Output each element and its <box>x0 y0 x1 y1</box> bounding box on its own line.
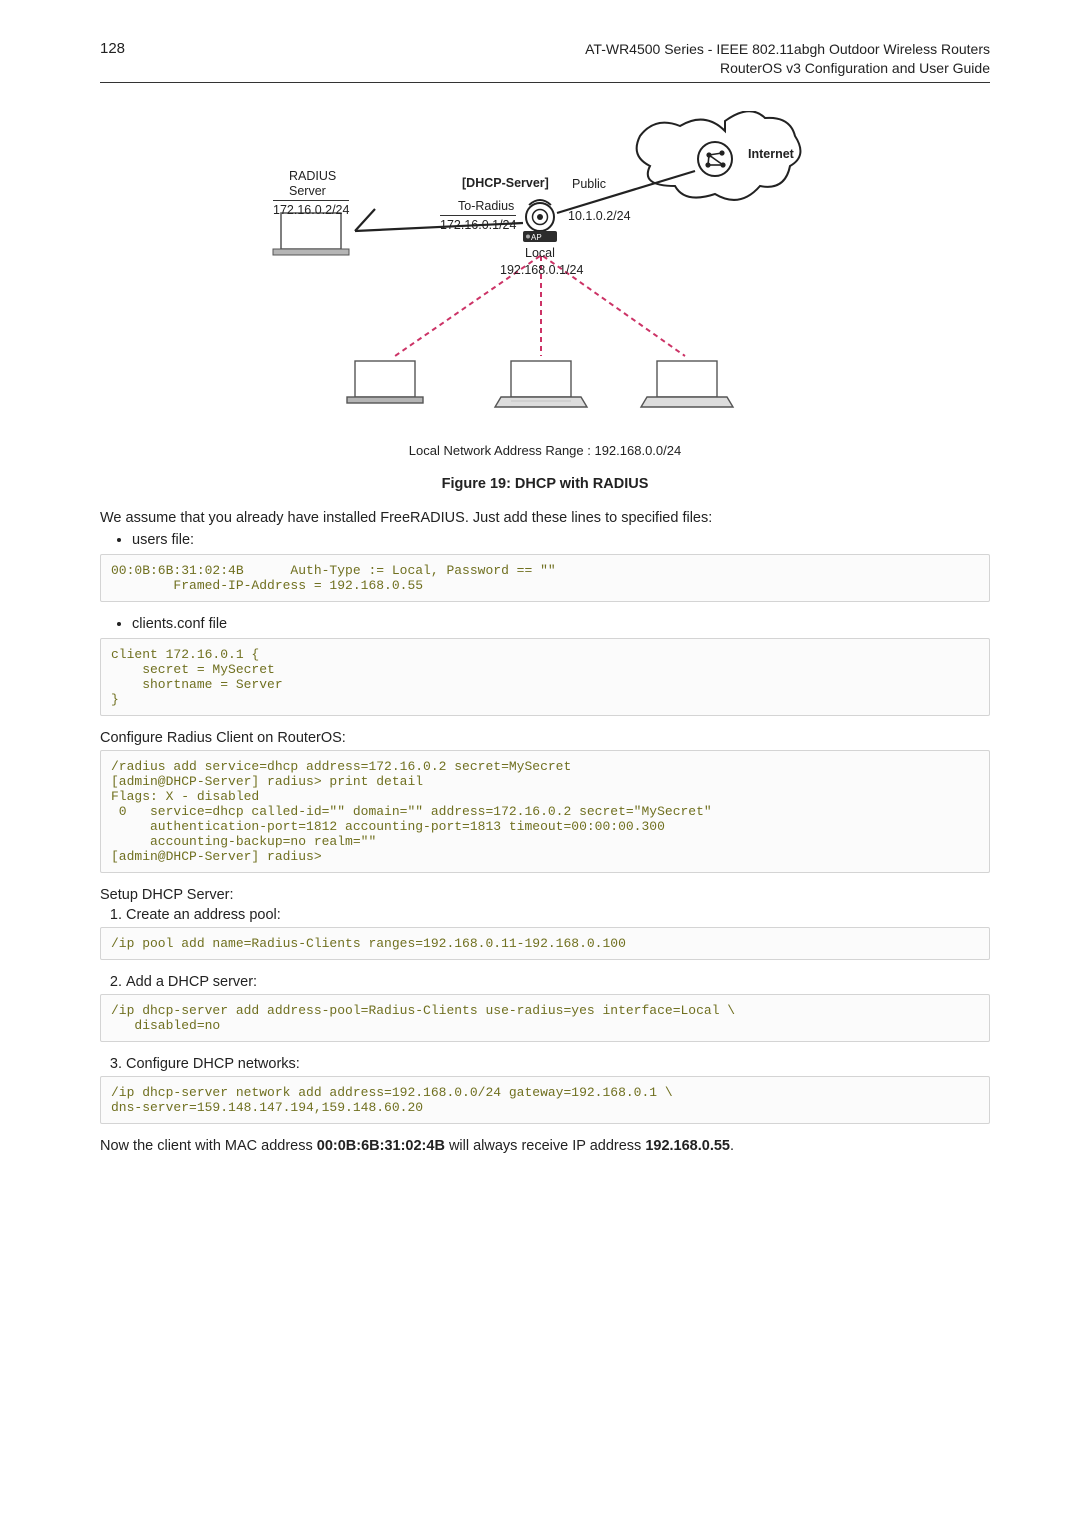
dhcp-server-label: [DHCP-Server] <box>462 176 549 192</box>
final-pre: Now the client with MAC address <box>100 1138 317 1154</box>
wan-ip: 10.1.0.2/24 <box>568 209 631 225</box>
doc-title: AT-WR4500 Series - IEEE 802.11abgh Outdo… <box>585 40 990 78</box>
step-1: Create an address pool: <box>126 907 990 923</box>
code-users: 00:0B:6B:31:02:4B Auth-Type := Local, Pa… <box>100 554 990 602</box>
final-ip: 192.168.0.55 <box>645 1138 730 1154</box>
figure-title: Figure 19: DHCP with RADIUS <box>100 476 990 492</box>
radius-title: RADIUS <box>289 169 336 185</box>
to-radius-ip: 172.16.0.1/24 <box>440 215 516 234</box>
local-label: Local <box>525 246 555 262</box>
code-dhcp-net: /ip dhcp-server network add address=192.… <box>100 1076 990 1124</box>
doc-title-line2: RouterOS v3 Configuration and User Guide <box>585 59 990 78</box>
lan-gw: 192.168.0.1/24 <box>500 263 583 279</box>
network-diagram: AP Internet RADIUS Server 172.16 <box>225 111 865 441</box>
internet-label: Internet <box>748 147 794 163</box>
radius-ip: 172.16.0.2/24 <box>273 200 349 219</box>
final-mid: will always receive IP address <box>445 1138 645 1154</box>
diagram-caption: Local Network Address Range : 192.168.0.… <box>100 443 990 458</box>
code-clients: client 172.16.0.1 { secret = MySecret sh… <box>100 638 990 716</box>
page-number: 128 <box>100 40 125 57</box>
page-header: 128 AT-WR4500 Series - IEEE 802.11abgh O… <box>100 40 990 83</box>
step-3: Configure DHCP networks: <box>126 1056 990 1072</box>
section-radius-client: Configure Radius Client on RouterOS: <box>100 730 990 746</box>
final-text: Now the client with MAC address 00:0B:6B… <box>100 1138 990 1154</box>
code-radius-conf: /radius add service=dhcp address=172.16.… <box>100 750 990 873</box>
final-mac: 00:0B:6B:31:02:4B <box>317 1138 445 1154</box>
doc-title-line1: AT-WR4500 Series - IEEE 802.11abgh Outdo… <box>585 40 990 59</box>
bullet-users: users file: <box>132 532 990 548</box>
to-radius-label: To-Radius <box>458 199 514 215</box>
step-2: Add a DHCP server: <box>126 974 990 990</box>
radius-sub: Server <box>289 184 326 200</box>
svg-text:AP: AP <box>531 233 542 242</box>
code-dhcp-server: /ip dhcp-server add address-pool=Radius-… <box>100 994 990 1042</box>
bullet-clients: clients.conf file <box>132 616 990 632</box>
public-label: Public <box>572 177 606 193</box>
intro-text: We assume that you already have installe… <box>100 510 990 526</box>
section-setup-server: Setup DHCP Server: <box>100 887 990 903</box>
code-pool: /ip pool add name=Radius-Clients ranges=… <box>100 927 990 960</box>
final-post: . <box>730 1138 734 1154</box>
